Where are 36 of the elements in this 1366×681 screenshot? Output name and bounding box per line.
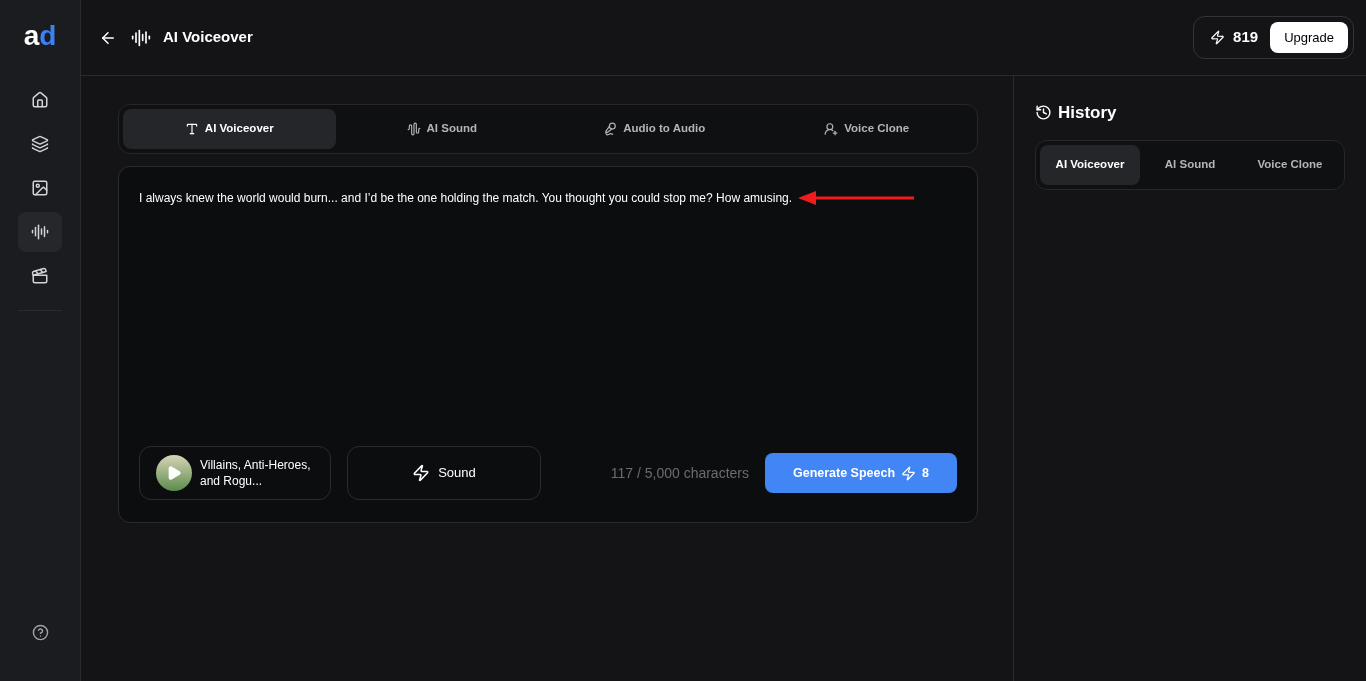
history-icon xyxy=(1035,104,1052,122)
lightning-icon xyxy=(1210,30,1226,45)
user-plus-icon xyxy=(824,122,839,136)
history-tab[interactable]: AI Sound xyxy=(1140,144,1240,185)
page-title: AI Voiceover xyxy=(163,27,253,48)
microphone-icon xyxy=(603,122,618,136)
mode-tab[interactable]: AI Voiceover xyxy=(123,109,336,149)
voice-name: Villains, Anti-Heroes, and Rogu... xyxy=(200,457,312,489)
sound-wave-icon xyxy=(406,122,421,136)
text-icon xyxy=(184,122,199,136)
mode-tab[interactable]: AI Sound xyxy=(335,109,548,149)
home-icon xyxy=(31,91,49,109)
video-icon xyxy=(31,267,49,285)
upgrade-button[interactable]: Upgrade xyxy=(1270,22,1348,53)
voice-selector[interactable]: Villains, Anti-Heroes, and Rogu... xyxy=(139,446,331,500)
logo[interactable]: ad xyxy=(23,22,57,50)
sound-wave-icon xyxy=(31,223,49,241)
play-icon xyxy=(166,465,182,481)
generate-cost: 8 xyxy=(922,464,930,482)
credit-count: 819 xyxy=(1233,27,1259,48)
mode-tab[interactable]: Audio to Audio xyxy=(548,109,761,149)
history-tab[interactable]: AI Voiceover xyxy=(1040,144,1140,185)
character-count: 117 / 5,000 characters xyxy=(610,463,749,483)
image-icon xyxy=(31,179,49,197)
history-tab[interactable]: Voice Clone xyxy=(1240,144,1340,185)
help-icon[interactable] xyxy=(31,624,49,641)
lightning-icon xyxy=(901,465,917,481)
generate-button[interactable]: Generate Speech 8 xyxy=(765,453,957,493)
sound-button[interactable]: Sound xyxy=(347,446,541,500)
sound-wave-icon xyxy=(131,27,151,48)
mode-tab[interactable]: Voice Clone xyxy=(760,109,973,149)
sidebar-item[interactable] xyxy=(18,212,62,252)
history-title: History xyxy=(1058,102,1117,124)
layers-icon xyxy=(31,135,49,153)
lightning-icon xyxy=(412,464,431,482)
script-text[interactable]: I always knew the world would burn... and I’d be the one holding the match. You thought you could stop me? How amusing. xyxy=(139,189,793,207)
